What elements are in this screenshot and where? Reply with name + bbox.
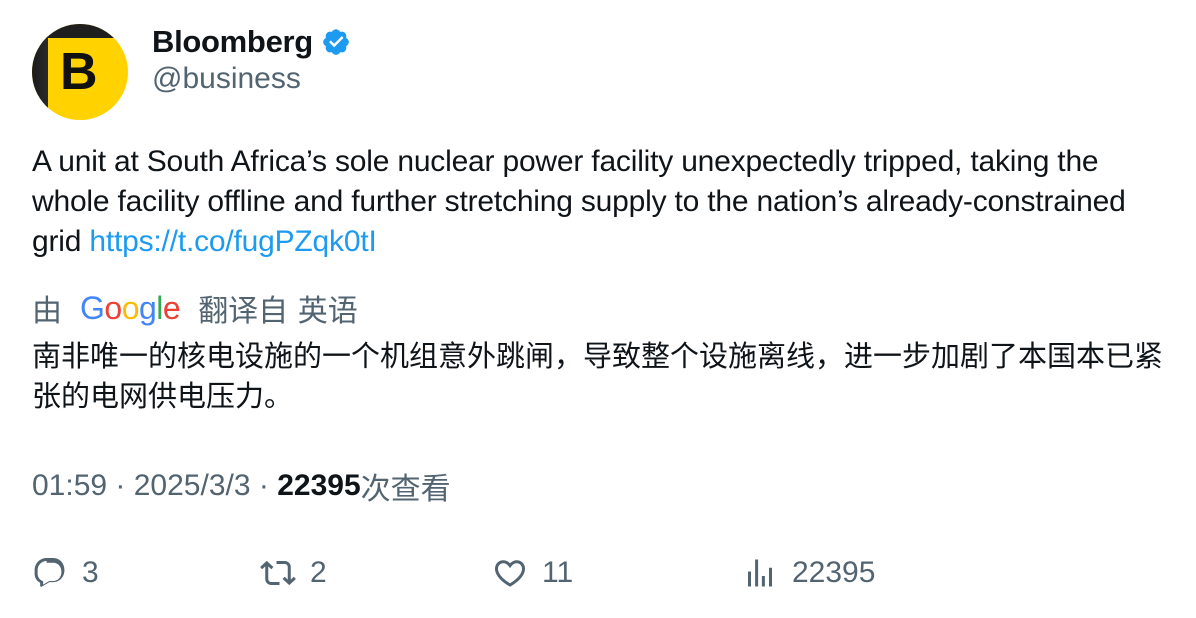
meta-separator: · [250, 469, 278, 502]
google-logo-letter: l [156, 289, 163, 326]
avatar[interactable]: B [32, 24, 128, 120]
avatar-side-band [32, 24, 48, 120]
translation-attribution: 由 Google 翻译自 英语 [32, 286, 358, 330]
tweet-text: A unit at South Africa’s sole nuclear po… [32, 142, 1162, 262]
translation-source-language: 翻译自 英语 [198, 294, 358, 329]
google-logo-letter: e [162, 289, 181, 326]
action-bar: 3 2 11 22395 [0, 548, 1196, 598]
translated-text: 南非唯一的核电设施的一个机组意外跳闸，导致整个设施离线，进一步加剧了本国本已紧张… [32, 339, 1164, 413]
views-action-count: 22395 [792, 556, 876, 589]
retweet-count: 2 [310, 556, 327, 589]
retweet-icon [260, 560, 296, 586]
google-logo-letter: g [138, 289, 157, 326]
like-count: 11 [542, 556, 574, 589]
tweet-card: B Bloomberg @business A unit at South Af… [0, 0, 1196, 618]
google-logo-letter: o [104, 289, 122, 326]
google-logo: Google [80, 289, 181, 327]
views-count: 22395 [277, 469, 361, 502]
reply-count: 3 [82, 556, 99, 589]
translation-prefix: 由 [32, 294, 62, 329]
retweet-button[interactable]: 2 [260, 548, 327, 598]
like-button[interactable]: 11 [492, 548, 573, 598]
heart-icon [494, 560, 526, 587]
author-display-name[interactable]: Bloomberg [152, 24, 313, 60]
avatar-letter: B [60, 43, 98, 101]
reply-icon [34, 558, 65, 587]
views-button[interactable]: 22395 [742, 548, 875, 598]
reply-button[interactable]: 3 [32, 548, 99, 598]
tweet-link[interactable]: https://t.co/fugPZqk0tI [89, 225, 376, 258]
author-name-row: Bloomberg [152, 22, 351, 62]
google-logo-letter: G [80, 289, 105, 326]
meta-separator: · [107, 469, 134, 502]
google-logo-letter: o [121, 289, 140, 326]
views-label: 次查看 [360, 472, 451, 507]
verified-badge-icon[interactable] [321, 27, 351, 57]
tweet-metadata: 01:59 · 2025/3/3 · 22395 次查看 [32, 464, 451, 508]
tweet-date[interactable]: 2025/3/3 [134, 469, 251, 503]
author-handle[interactable]: @business [152, 62, 301, 96]
analytics-icon [748, 559, 772, 587]
tweet-time[interactable]: 01:59 [32, 469, 107, 503]
